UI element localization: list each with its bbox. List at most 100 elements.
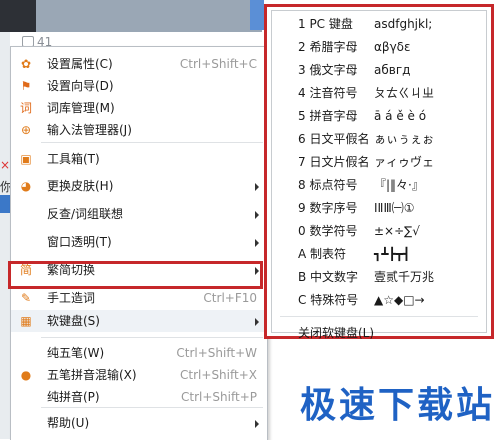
menu-item-12[interactable]: ● 五笔拼音混输(X) Ctrl+Shift+X bbox=[11, 364, 267, 386]
toolbox-icon: ▣ bbox=[20, 152, 32, 166]
soft-keyboard-option[interactable]: A 制表符 ┓┻┣┳┫ bbox=[272, 243, 486, 265]
soft-keyboard-option-name: 7 日文片假名 bbox=[298, 155, 370, 169]
menu-item-shortcut: Ctrl+Shift+P bbox=[181, 390, 257, 404]
background-scrollbar bbox=[250, 0, 264, 30]
menu-item-label: 更换皮肤(H) bbox=[47, 179, 114, 193]
menu-item-label: 设置属性(C) bbox=[47, 57, 113, 71]
menu-item-label: 软键盘(S) bbox=[47, 314, 100, 328]
soft-keyboard-option[interactable]: 8 标点符号 『|‖々·』 bbox=[272, 174, 486, 196]
soft-keyboard-option-sample: ┓┻┣┳┫ bbox=[374, 247, 411, 261]
background-red-mark: × bbox=[0, 158, 11, 172]
soft-keyboard-option-sample: ㄆㄊㄍㄐㄓ bbox=[374, 86, 435, 100]
menu-item-label: 纯五笔(W) bbox=[47, 346, 105, 360]
soft-keyboard-option-name: 8 标点符号 bbox=[298, 178, 358, 192]
menu-item-label: 手工造词 bbox=[47, 291, 96, 305]
soft-keyboard-submenu: 1 PC 键盘 asdfghjkl; 2 希腊字母 αβγδε 3 俄文字母 абвгд 4… bbox=[264, 4, 494, 340]
menu-separator bbox=[41, 337, 263, 338]
input-manager-icon: ⊕ bbox=[20, 123, 32, 137]
menu-item-shortcut: Ctrl+F10 bbox=[203, 291, 257, 305]
soft-keyboard-submenu-list: 1 PC 键盘 asdfghjkl; 2 希腊字母 αβγδε 3 俄文字母 абвгд 4… bbox=[271, 10, 487, 340]
menu-item-shortcut: Ctrl+Shift+W bbox=[176, 346, 257, 360]
close-soft-keyboard-item[interactable]: 关闭软键盘(L) bbox=[272, 322, 486, 344]
submenu-arrow-icon bbox=[255, 239, 259, 247]
soft-keyboard-option-name: 5 拼音字母 bbox=[298, 109, 358, 123]
soft-keyboard-option[interactable]: 5 拼音字母 ā á ě è ó bbox=[272, 105, 486, 127]
menu-item-shortcut: Ctrl+Shift+X bbox=[180, 368, 257, 382]
soft-keyboard-option-sample: ァィゥヴェ bbox=[374, 155, 435, 169]
soft-keyboard-option-name: A 制表符 bbox=[298, 247, 347, 261]
flag-icon: ⚑ bbox=[20, 79, 32, 93]
soft-keyboard-option-sample: asdfghjkl; bbox=[374, 17, 433, 31]
background-window-strip bbox=[0, 0, 262, 32]
submenu-arrow-icon bbox=[255, 420, 259, 428]
soft-keyboard-option-name: 9 数字序号 bbox=[298, 201, 358, 215]
soft-keyboard-option-sample: абвгд bbox=[374, 63, 411, 77]
menu-item-label: 纯拼音(P) bbox=[47, 390, 100, 404]
background-panel bbox=[0, 32, 10, 439]
background-thumbnail bbox=[0, 0, 36, 32]
menu-item-label: 设置向导(D) bbox=[47, 79, 114, 93]
soft-keyboard-option[interactable]: 9 数字序号 ⅠⅡⅢ㈠① bbox=[272, 197, 486, 219]
site-watermark: 极速下载站 bbox=[300, 385, 496, 426]
menu-item-6[interactable]: 反查/词组联想 bbox=[11, 203, 267, 225]
soft-keyboard-option-name: 2 希腊字母 bbox=[298, 40, 358, 54]
menu-item-5[interactable]: ◕ 更换皮肤(H) bbox=[11, 175, 267, 197]
soft-keyboard-option[interactable]: B 中文数字 壹贰千万兆 bbox=[272, 266, 486, 288]
manual-word-icon: ✎ bbox=[20, 291, 32, 305]
soft-keyboard-option[interactable]: 4 注音符号 ㄆㄊㄍㄐㄓ bbox=[272, 82, 486, 104]
soft-keyboard-option-sample: ▲☆◆□→ bbox=[374, 293, 425, 307]
menu-item-label: 输入法管理器(J) bbox=[47, 123, 132, 137]
soft-keyboard-option[interactable]: 1 PC 键盘 asdfghjkl; bbox=[272, 13, 486, 35]
soft-keyboard-option-sample: ±×÷∑√ bbox=[374, 224, 420, 238]
background-blue-strip bbox=[0, 195, 10, 213]
soft-keyboard-option[interactable]: C 特殊符号 ▲☆◆□→ bbox=[272, 289, 486, 311]
soft-keyboard-option-name: 4 注音符号 bbox=[298, 86, 358, 100]
menu-item-2[interactable]: 词 词库管理(M) bbox=[11, 97, 267, 119]
menu-item-label: 帮助(U) bbox=[47, 416, 90, 430]
soft-keyboard-option-sample: 壹贰千万兆 bbox=[374, 270, 435, 284]
menu-item-7[interactable]: 窗口透明(T) bbox=[11, 231, 267, 253]
menu-item-label: 工具箱(T) bbox=[47, 152, 100, 166]
menu-separator bbox=[41, 407, 263, 408]
submenu-arrow-icon bbox=[255, 211, 259, 219]
soft-keyboard-option-name: C 特殊符号 bbox=[298, 293, 359, 307]
soft-keyboard-option[interactable]: 7 日文片假名 ァィゥヴェ bbox=[272, 151, 486, 173]
soft-keyboard-option-sample: ā á ě è ó bbox=[374, 109, 427, 123]
menu-item-0[interactable]: ✿ 设置属性(C) Ctrl+Shift+C bbox=[11, 53, 267, 75]
menu-item-9[interactable]: ✎ 手工造词 Ctrl+F10 bbox=[11, 287, 267, 309]
menu-item-4[interactable]: ▣ 工具箱(T) bbox=[11, 148, 267, 170]
soft-keyboard-option-name: 0 数学符号 bbox=[298, 224, 358, 238]
dictionary-icon: 词 bbox=[19, 101, 32, 115]
menu-item-label: 五笔拼音混输(X) bbox=[47, 368, 137, 382]
soft-keyboard-option-name: 3 俄文字母 bbox=[298, 63, 358, 77]
soft-keyboard-option-name: 1 PC 键盘 bbox=[298, 17, 353, 31]
menu-item-1[interactable]: ⚑ 设置向导(D) bbox=[11, 75, 267, 97]
menu-separator bbox=[41, 142, 263, 143]
menu-item-3[interactable]: ⊕ 输入法管理器(J) bbox=[11, 119, 267, 141]
soft-keyboard-option-sample: αβγδε bbox=[374, 40, 411, 54]
menu-item-label: 反查/词组联想 bbox=[47, 207, 124, 221]
menu-item-14[interactable]: 帮助(U) bbox=[11, 412, 267, 434]
soft-keyboard-icon: ▦ bbox=[20, 314, 32, 328]
menu-item-13[interactable]: 纯拼音(P) Ctrl+Shift+P bbox=[11, 386, 267, 408]
soft-keyboard-option-name: B 中文数字 bbox=[298, 270, 359, 284]
gear-icon: ✿ bbox=[20, 57, 32, 71]
ime-context-menu: ✿ 设置属性(C) Ctrl+Shift+C ⚑ 设置向导(D) 词 词库管理(M) ⊕ 输入法… bbox=[10, 46, 268, 440]
menu-item-11[interactable]: 纯五笔(W) Ctrl+Shift+W bbox=[11, 342, 267, 364]
radio-dot-icon: ● bbox=[20, 368, 32, 382]
menu-item-label: 窗口透明(T) bbox=[47, 235, 112, 249]
soft-keyboard-option-sample: 『|‖々·』 bbox=[374, 178, 424, 192]
soft-keyboard-option[interactable]: 3 俄文字母 абвгд bbox=[272, 59, 486, 81]
submenu-separator bbox=[280, 316, 478, 317]
soft-keyboard-option[interactable]: 6 日文平假名 ぁぃぅぇぉ bbox=[272, 128, 486, 150]
soft-keyboard-option-sample: ⅠⅡⅢ㈠① bbox=[374, 201, 415, 215]
soft-keyboard-option-name: 6 日文平假名 bbox=[298, 132, 370, 146]
soft-keyboard-option[interactable]: 0 数学符号 ±×÷∑√ bbox=[272, 220, 486, 242]
soft-keyboard-option[interactable]: 2 希腊字母 αβγδε bbox=[272, 36, 486, 58]
soft-keyboard-highlight bbox=[8, 261, 263, 289]
menu-item-10[interactable]: ▦ 软键盘(S) bbox=[11, 310, 267, 332]
soft-keyboard-option-sample: ぁぃぅぇぉ bbox=[374, 132, 435, 146]
close-soft-keyboard-label: 关闭软键盘(L) bbox=[298, 326, 375, 340]
submenu-arrow-icon bbox=[255, 318, 259, 326]
menu-item-label: 词库管理(M) bbox=[47, 101, 115, 115]
